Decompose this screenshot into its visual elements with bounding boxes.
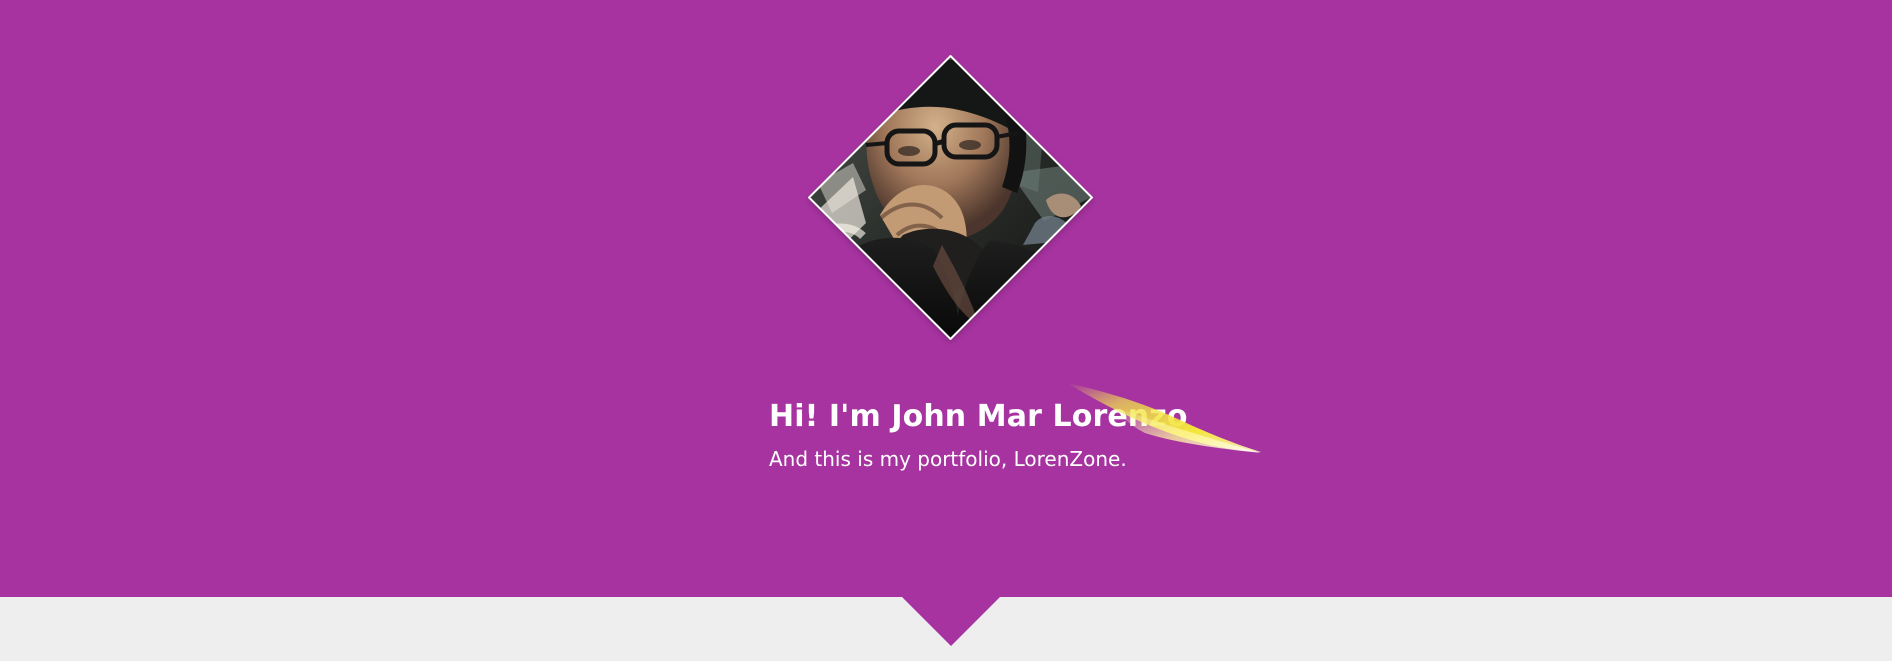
down-pointer-icon (901, 596, 1001, 646)
page-title: Hi! I'm John Mar Lorenzo (769, 399, 1188, 434)
portfolio-page: Hi! I'm John Mar Lorenzo And this is my … (0, 0, 1892, 661)
portfolio-subtitle: And this is my portfolio, LorenZone. (769, 447, 1127, 471)
hero-copy: Hi! I'm John Mar Lorenzo And this is my … (769, 397, 1269, 474)
profile-photo-icon (808, 55, 1093, 340)
hero-section: Hi! I'm John Mar Lorenzo And this is my … (0, 0, 1892, 597)
